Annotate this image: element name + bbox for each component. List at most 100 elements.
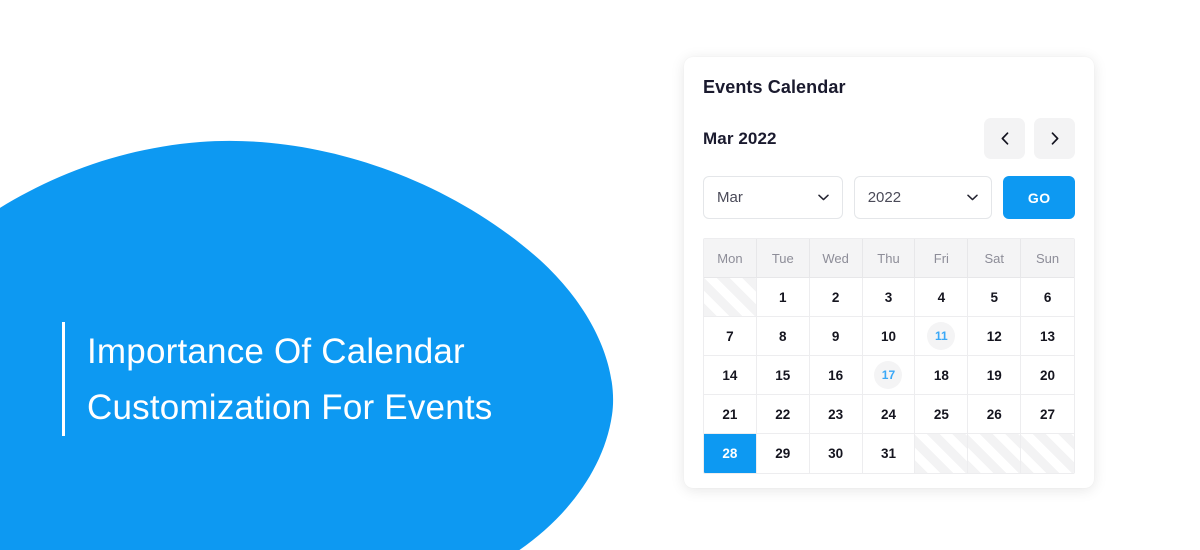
current-month-label: Mar 2022: [703, 128, 777, 148]
calendar-day[interactable]: 30: [809, 434, 863, 473]
calendar-day[interactable]: 29: [756, 434, 810, 473]
calendar-heading: Events Calendar: [703, 77, 846, 97]
day-number: 13: [1040, 328, 1056, 344]
calendar-day-event[interactable]: 11: [915, 317, 969, 356]
weekday-header-tue: Tue: [756, 239, 810, 278]
day-number: 26: [986, 406, 1002, 422]
day-number: 12: [986, 328, 1002, 344]
weekday-header-thu: Thu: [862, 239, 916, 278]
day-number: 6: [1043, 289, 1052, 305]
calendar-month-bar: Mar 2022: [703, 118, 1075, 159]
month-select-value: Mar: [717, 189, 743, 206]
calendar-week-row: 1 2 3 4 5 6: [704, 278, 1074, 317]
calendar-day-empty: [1021, 434, 1074, 473]
calendar-day[interactable]: 15: [756, 356, 810, 395]
day-number: 7: [726, 328, 734, 344]
calendar-day[interactable]: 25: [915, 395, 969, 434]
day-number: 18: [933, 367, 949, 383]
calendar-day[interactable]: 12: [968, 317, 1022, 356]
calendar-week-row: 14 15 16 17 18 19 20: [704, 356, 1074, 395]
day-number: 22: [775, 406, 791, 422]
day-number: 8: [779, 328, 787, 344]
weekday-header-wed: Wed: [809, 239, 863, 278]
calendar-day-event[interactable]: 17: [862, 356, 916, 395]
calendar-day[interactable]: 3: [862, 278, 916, 317]
chevron-right-icon: [1051, 132, 1059, 145]
day-number: 21: [722, 406, 738, 422]
calendar-day[interactable]: 20: [1021, 356, 1074, 395]
day-number: 25: [933, 406, 949, 422]
calendar-weeks: 1 2 3 4 5 6 7 8 9 10 11 12 13 14 15 16 17 18 19 20 21 22 23 24 2…: [704, 278, 1074, 473]
day-number: 4: [937, 289, 946, 305]
hero-section: Importance Of Calendar Customization For…: [0, 0, 660, 550]
month-nav-buttons: [984, 118, 1075, 159]
calendar-day[interactable]: 23: [809, 395, 863, 434]
year-select-value: 2022: [867, 189, 902, 206]
day-number: 30: [828, 446, 844, 461]
calendar-day[interactable]: 31: [862, 434, 916, 473]
weekday-header-fri: Fri: [915, 239, 969, 278]
day-number: 31: [880, 446, 896, 461]
calendar-day[interactable]: 8: [756, 317, 810, 356]
day-number: 28: [722, 446, 738, 461]
calendar-day[interactable]: 14: [704, 356, 757, 395]
calendar-day-selected[interactable]: 28: [704, 434, 757, 473]
calendar-day[interactable]: 4: [915, 278, 969, 317]
day-number: 9: [831, 328, 840, 344]
calendar-day[interactable]: 7: [704, 317, 757, 356]
day-number: 20: [1040, 367, 1056, 383]
day-number: 2: [831, 289, 840, 305]
chevron-down-icon: [967, 194, 979, 201]
blue-blob-decoration: [0, 140, 614, 550]
day-number: 24: [880, 406, 896, 422]
weekday-header-sat: Sat: [968, 239, 1022, 278]
calendar-day[interactable]: 13: [1021, 317, 1074, 356]
calendar-week-row: 21 22 23 24 25 26 27: [704, 395, 1074, 434]
day-number: 10: [880, 328, 896, 344]
day-number: 29: [775, 446, 791, 461]
hero-text-block: Importance Of Calendar Customization For…: [62, 322, 493, 436]
day-number: 14: [722, 367, 738, 383]
calendar-day-empty: [704, 278, 757, 317]
day-number: 15: [775, 367, 791, 383]
chevron-left-icon: [1001, 132, 1009, 145]
weekday-header-mon: Mon: [704, 239, 757, 278]
calendar-day[interactable]: 27: [1021, 395, 1074, 434]
page-title: Importance Of Calendar Customization For…: [87, 332, 493, 427]
events-calendar-card: Events Calendar Mar 2022 Mar 2022 GO Mon…: [684, 57, 1094, 488]
calendar-day[interactable]: 22: [756, 395, 810, 434]
calendar-day-empty: [968, 434, 1022, 473]
day-number: 19: [986, 367, 1002, 383]
calendar-day[interactable]: 24: [862, 395, 916, 434]
calendar-day[interactable]: 1: [756, 278, 810, 317]
calendar-day[interactable]: 21: [704, 395, 757, 434]
day-number: 1: [779, 289, 787, 305]
day-number: 5: [990, 289, 998, 305]
day-number: 27: [1040, 406, 1056, 422]
calendar-day[interactable]: 5: [968, 278, 1022, 317]
weekday-header-row: Mon Tue Wed Thu Fri Sat Sun: [704, 239, 1074, 278]
calendar-day[interactable]: 9: [809, 317, 863, 356]
month-select[interactable]: Mar: [703, 176, 843, 219]
calendar-day[interactable]: 10: [862, 317, 916, 356]
calendar-day[interactable]: 16: [809, 356, 863, 395]
prev-month-button[interactable]: [984, 118, 1025, 159]
day-number: 23: [828, 406, 844, 422]
go-button[interactable]: GO: [1003, 176, 1075, 219]
calendar-day[interactable]: 26: [968, 395, 1022, 434]
weekday-header-sun: Sun: [1021, 239, 1074, 278]
calendar-day[interactable]: 6: [1021, 278, 1074, 317]
calendar-controls: Mar 2022 GO: [703, 176, 1075, 219]
day-number: 17: [874, 361, 903, 389]
day-number: 11: [927, 322, 956, 350]
calendar-day[interactable]: 2: [809, 278, 863, 317]
year-select[interactable]: 2022: [853, 176, 993, 219]
calendar-day-empty: [915, 434, 969, 473]
calendar-week-row: 28 29 30 31: [704, 434, 1074, 473]
calendar-day[interactable]: 18: [915, 356, 969, 395]
next-month-button[interactable]: [1034, 118, 1075, 159]
calendar-week-row: 7 8 9 10 11 12 13: [704, 317, 1074, 356]
calendar-day[interactable]: 19: [968, 356, 1022, 395]
chevron-down-icon: [817, 194, 829, 201]
accent-bar: [62, 322, 65, 436]
